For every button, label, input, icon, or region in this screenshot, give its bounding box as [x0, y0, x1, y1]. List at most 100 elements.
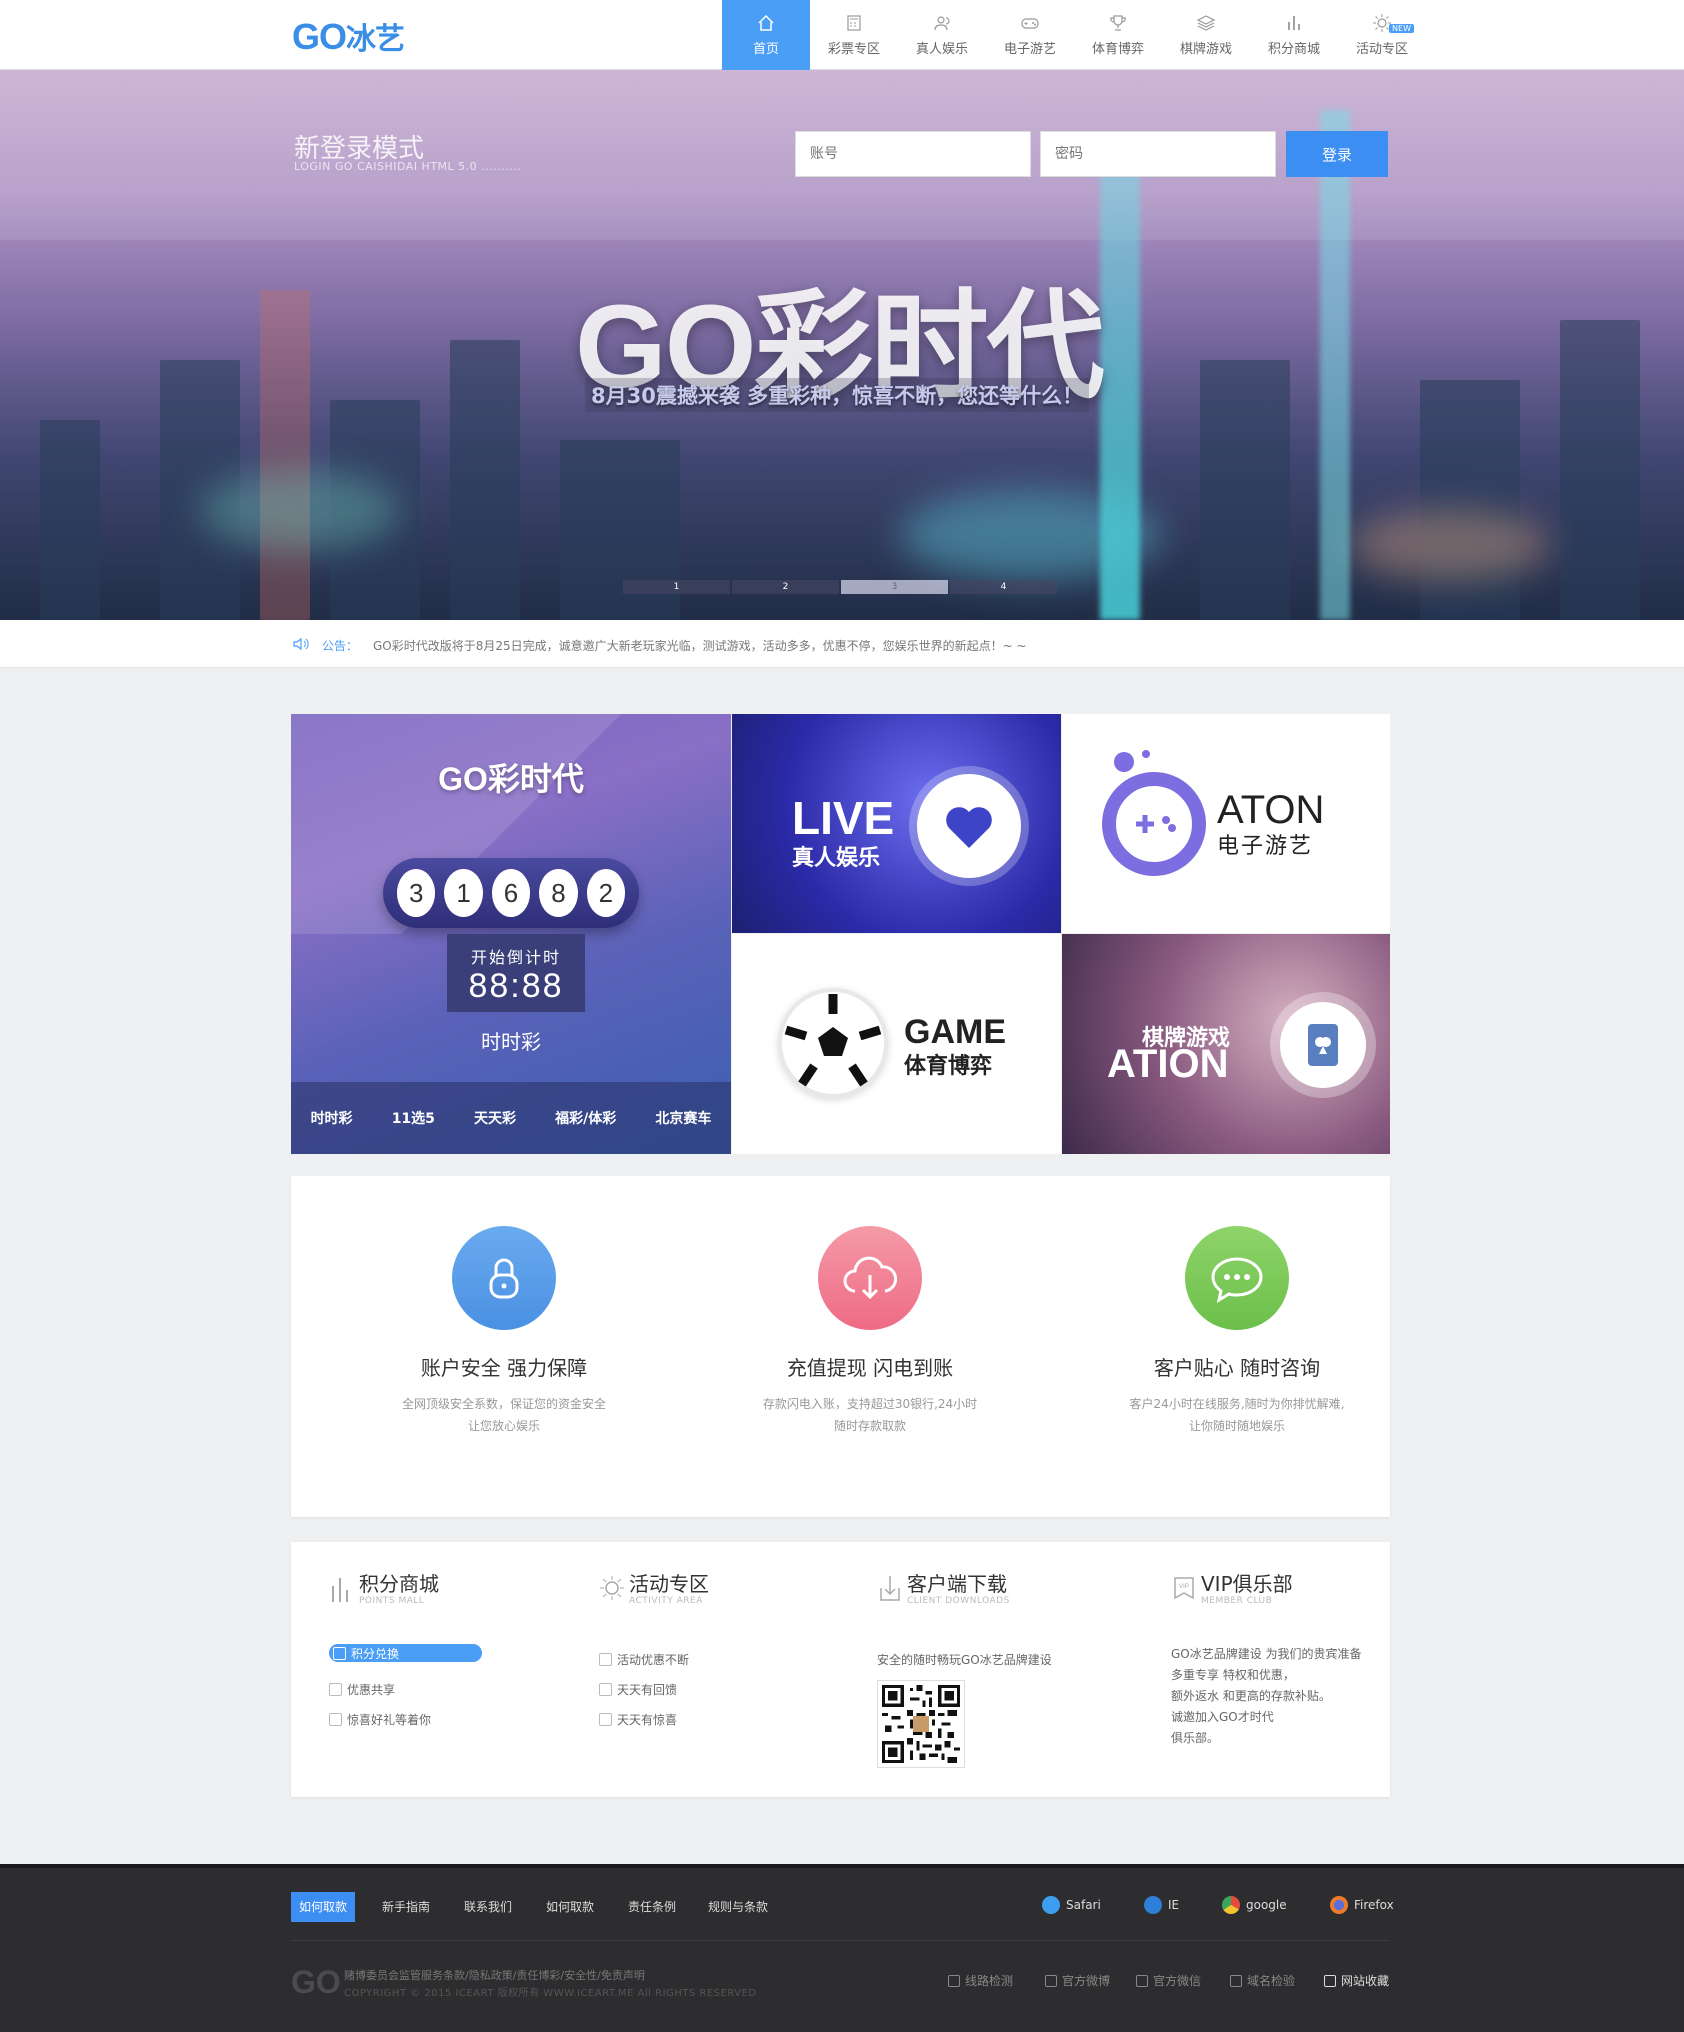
- nav-item-activity[interactable]: 活动专区 NEW: [1338, 0, 1426, 70]
- points-exchange-link[interactable]: 积分兑换: [329, 1644, 482, 1662]
- vip-line: 多重专享 特权和优惠，: [1171, 1668, 1295, 1682]
- card-icon: [1280, 1002, 1366, 1088]
- nav-item-egame[interactable]: 电子游艺: [986, 0, 1074, 70]
- lottery-tile[interactable]: GO彩时代 3 1 6 8 2 开始倒计时 88:88 时时彩 时时彩 11选5…: [291, 714, 731, 1154]
- footer-tool-route[interactable]: 线路检测: [948, 1972, 1013, 1989]
- footer-link-withdraw-2[interactable]: 如何取款: [538, 1892, 602, 1922]
- footer-logo: GO: [291, 1964, 341, 2000]
- password-input[interactable]: [1040, 131, 1276, 177]
- footer-tool-domain[interactable]: 域名检验: [1230, 1972, 1295, 1989]
- login-button[interactable]: 登录: [1286, 131, 1388, 177]
- lottery-ball: 1: [444, 869, 483, 917]
- footer-tool-bookmark[interactable]: 网站收藏: [1324, 1972, 1389, 1989]
- bar-chart-icon: [332, 1578, 348, 1602]
- sports-tile[interactable]: GAME 体育博弈: [732, 934, 1061, 1154]
- discount-share-link[interactable]: 优惠共享: [329, 1674, 482, 1704]
- vip-line: GO冰艺品牌建设 为我们的贵宾准备: [1171, 1647, 1362, 1661]
- client-download-column: 客户端下载 CLIENT DOWNLOADS 安全的随时畅玩GO冰艺品牌建设: [877, 1572, 1052, 1674]
- activity-link[interactable]: 活动优惠不断: [599, 1644, 709, 1674]
- footer-tool-wechat[interactable]: 官方微信: [1136, 1972, 1201, 1989]
- chess-tile[interactable]: 棋牌游戏 ATION: [1062, 934, 1390, 1154]
- gift-link[interactable]: 惊喜好礼等着你: [329, 1704, 482, 1734]
- svg-text:VIP: VIP: [1179, 1584, 1189, 1590]
- lock-icon: [452, 1226, 556, 1330]
- lottery-ball: 2: [586, 869, 626, 917]
- footer-link-guide[interactable]: 新手指南: [374, 1892, 438, 1922]
- lottery-game-link[interactable]: 11选5: [392, 1108, 435, 1128]
- nav-item-sports[interactable]: 体育博弈: [1074, 0, 1162, 70]
- nav-label: 真人娱乐: [915, 42, 968, 57]
- footer-tool-weibo[interactable]: 官方微博: [1045, 1972, 1110, 1989]
- activity-subtitle: ACTIVITY AREA: [629, 1596, 703, 1606]
- browser-ie[interactable]: IE: [1144, 1896, 1179, 1914]
- activity-link[interactable]: 天天有回馈: [599, 1674, 709, 1704]
- sun-icon: [600, 1576, 624, 1600]
- account-input[interactable]: [795, 131, 1031, 177]
- vip-title: VIP俱乐部: [1201, 1572, 1293, 1596]
- gamepad-circle-icon: [1102, 772, 1206, 876]
- footer-legal-links[interactable]: 赌博委员会监管服务条款/隐私政策/责任博彩/安全性/免责声明: [344, 1967, 645, 1983]
- activity-link[interactable]: 天天有惊喜: [599, 1704, 709, 1734]
- footer-link-responsibility[interactable]: 责任条例: [620, 1892, 684, 1922]
- client-desc: 安全的随时畅玩GO冰艺品牌建设: [877, 1652, 1052, 1667]
- new-badge: NEW: [1389, 24, 1414, 33]
- points-title: 积分商城: [359, 1572, 439, 1596]
- nav-item-home[interactable]: 首页: [722, 0, 810, 70]
- countdown-box: 开始倒计时 88:88: [447, 934, 585, 1012]
- footer-link-rules[interactable]: 规则与条款: [700, 1892, 776, 1922]
- chat-icon: [1185, 1226, 1289, 1330]
- login-subtitle: LOGIN GO CAISHIDAI HTML 5.0 ..........: [294, 160, 522, 173]
- lottery-game-link[interactable]: 时时彩: [311, 1108, 353, 1128]
- nav-item-chess[interactable]: 棋牌游戏: [1162, 0, 1250, 70]
- feature-title: 账户安全 强力保障: [420, 1356, 588, 1380]
- live-subtitle: 真人娱乐: [792, 846, 881, 871]
- vip-line: 额外返水 和更高的存款补贴。: [1171, 1689, 1331, 1703]
- chat-icon: [599, 1682, 612, 1696]
- qr-code[interactable]: [877, 1680, 965, 1768]
- slide-dot[interactable]: 1: [623, 580, 730, 594]
- lottery-game-link[interactable]: 天天彩: [474, 1108, 516, 1128]
- live-tile[interactable]: LIVE 真人娱乐: [732, 714, 1061, 933]
- nav-item-live[interactable]: 真人娱乐: [898, 0, 986, 70]
- nav-label: 首页: [752, 42, 779, 57]
- top-header: GO冰艺 首页 彩票专区 真人娱乐 电子游艺 体育博弈 棋牌游戏 积分商城 活动…: [0, 0, 1684, 70]
- browser-firefox[interactable]: Firefox: [1330, 1896, 1394, 1914]
- feature-title: 客户贴心 随时咨询: [1153, 1356, 1321, 1380]
- notice-text[interactable]: GO彩时代改版将于8月25日完成，诚意邀广大新老玩家光临，测试游戏，活动多多，优…: [373, 637, 1027, 654]
- points-subtitle: POINTS MALL: [359, 1596, 425, 1606]
- safari-icon: [1042, 1896, 1060, 1914]
- browser-chrome[interactable]: google: [1222, 1896, 1287, 1914]
- browser-safari[interactable]: Safari: [1042, 1896, 1101, 1914]
- shuffle-icon: [948, 1974, 960, 1987]
- features-panel: 账户安全 强力保障 全网顶级安全系数，保证您的资金安全 让您放心娱乐 充值提现 闪…: [291, 1176, 1390, 1517]
- hero-subtitle: 8月30震撼来袭 多重彩种，惊喜不断，您还等什么！: [585, 378, 1090, 412]
- vip-line: 诚邀加入GO才时代: [1171, 1710, 1274, 1724]
- nav-item-points[interactable]: 积分商城: [1250, 0, 1338, 70]
- lottery-game-bar: 时时彩 11选5 天天彩 福彩/体彩 北京赛车: [291, 1082, 731, 1154]
- footer-link-withdraw[interactable]: 如何取款: [291, 1892, 356, 1922]
- notice-bar: 公告： GO彩时代改版将于8月25日完成，诚意邀广大新老玩家光临，测试游戏，活动…: [0, 620, 1684, 668]
- feature-service: 客户贴心 随时咨询 客户24小时在线服务,随时为你排忧解难, 让你随时随地娱乐: [1067, 1226, 1407, 1437]
- aton-tile[interactable]: ATON 电子游艺: [1062, 714, 1390, 933]
- aton-subtitle: 电子游艺: [1217, 834, 1314, 859]
- main-nav: 首页 彩票专区 真人娱乐 电子游艺 体育博弈 棋牌游戏 积分商城 活动专区 NE…: [722, 0, 1426, 70]
- countdown-label: 开始倒计时: [470, 948, 561, 967]
- lottery-game-link[interactable]: 北京赛车: [655, 1108, 711, 1128]
- footer-link-contact[interactable]: 联系我们: [456, 1892, 520, 1922]
- lottery-game-name: 时时彩: [481, 1030, 541, 1054]
- lottery-game-link[interactable]: 福彩/体彩: [555, 1108, 616, 1128]
- chess-subtitle: ATION: [1107, 1042, 1229, 1086]
- slide-dot-active[interactable]: 3: [841, 580, 948, 594]
- speaker-icon: [293, 637, 309, 651]
- sun-icon: [599, 1652, 612, 1666]
- wechat-icon: [1136, 1974, 1148, 1987]
- monitor-icon: [1230, 1974, 1242, 1987]
- client-title: 客户端下载: [907, 1572, 1007, 1596]
- trophy-icon: [1110, 15, 1126, 31]
- slide-dot[interactable]: 2: [732, 580, 839, 594]
- vip-badge-icon: VIP: [1174, 1577, 1194, 1600]
- site-logo[interactable]: GO冰艺: [292, 14, 405, 58]
- nav-item-lottery[interactable]: 彩票专区: [810, 0, 898, 70]
- lottery-balls: 3 1 6 8 2: [383, 858, 639, 928]
- slide-dot[interactable]: 4: [950, 580, 1057, 594]
